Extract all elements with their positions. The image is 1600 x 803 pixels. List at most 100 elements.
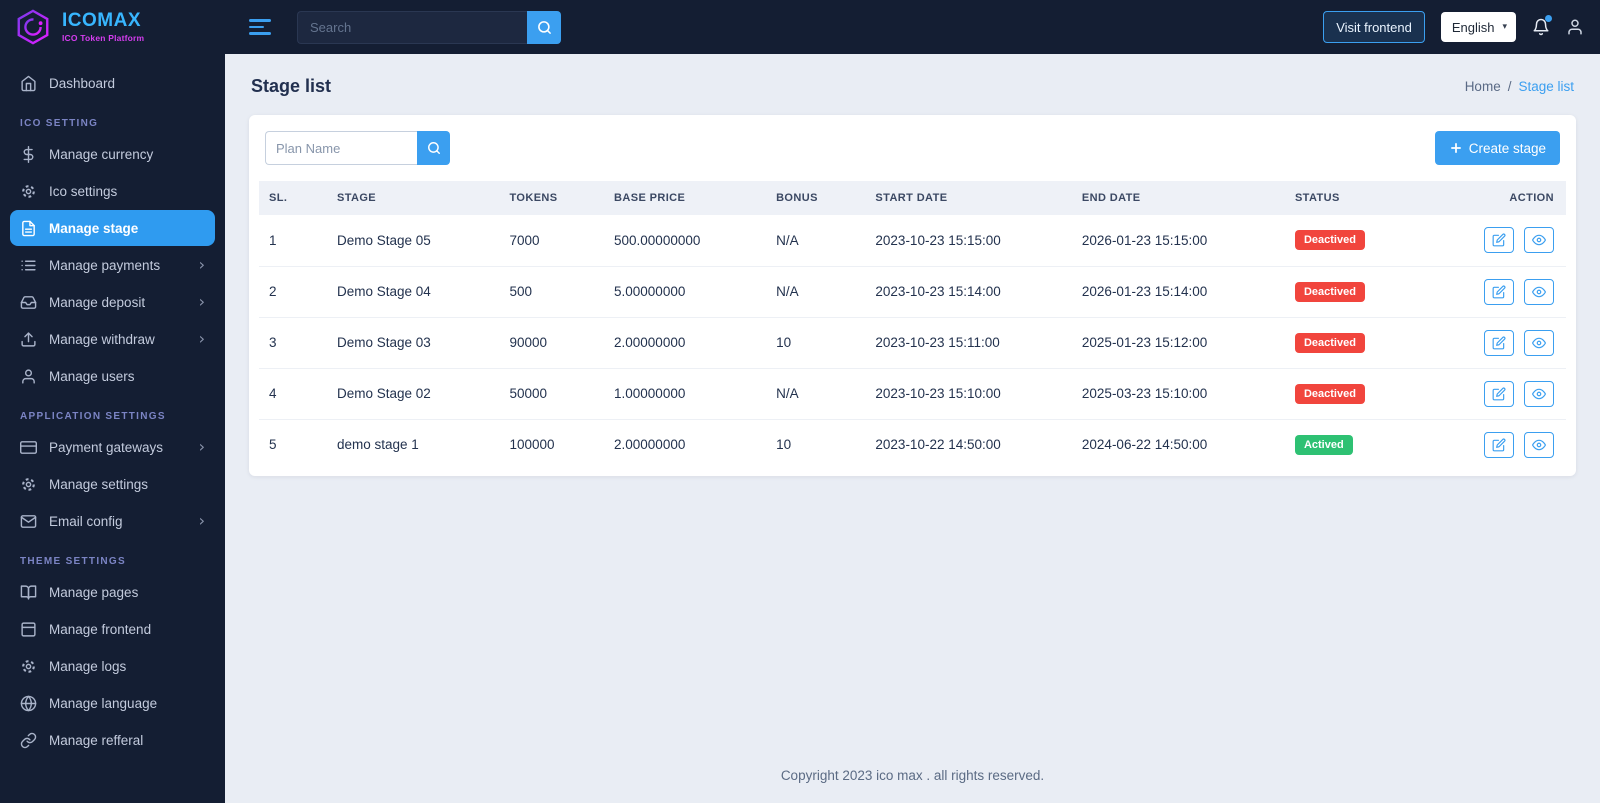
table-header-row: SL. STAGE TOKENS BASE PRICE BONUS START … [259,181,1566,215]
status-badge: Deactived [1294,281,1365,302]
sidebar-item-manage-withdraw[interactable]: Manage withdraw › [10,321,215,357]
language-value: English [1451,19,1495,35]
cell-bonus: N/A [766,368,866,420]
credit-card-icon [20,439,37,456]
cell-stage: Demo Stage 04 [326,266,500,318]
cell-bonus: N/A [766,266,866,318]
file-icon [20,220,37,237]
sidebar-item-label: Manage payments [49,257,161,273]
plan-name-input[interactable] [265,131,417,165]
view-button[interactable] [1524,431,1554,458]
view-button[interactable] [1524,329,1554,356]
app-root: ICOMAX ICO Token Platform Dashboard ICO … [0,0,1600,803]
edit-button[interactable] [1484,380,1515,407]
cell-start-date: 2023-10-23 15:10:00 [865,368,1072,420]
plus-icon [1450,143,1461,153]
view-button[interactable] [1524,278,1554,305]
footer-copyright: Copyright 2023 ico max . all rights rese… [780,768,1045,783]
sidebar-item-label: Manage currency [49,146,154,162]
sidebar-item-manage-users[interactable]: Manage users [10,358,215,394]
sidebar-item-label: Manage language [49,695,158,711]
edit-button[interactable] [1484,329,1515,356]
view-button[interactable] [1524,227,1554,254]
table-row: 5 demo stage 1 100000 2.00000000 10 2023… [259,419,1566,470]
cell-stage: Demo Stage 02 [326,368,500,420]
col-header-base-price: BASE PRICE [604,181,767,215]
col-header-tokens: TOKENS [499,181,605,215]
visit-frontend-button[interactable]: Visit frontend [1323,11,1425,43]
hamburger-menu-icon[interactable] [249,19,271,35]
sidebar-item-payment-gateways[interactable]: Payment gateways › [10,429,215,465]
sidebar-item-email-config[interactable]: Email config › [10,503,215,539]
cell-tokens: 90000 [499,317,605,369]
cell-sl: 1 [259,215,327,267]
sidebar-item-manage-language[interactable]: Manage language [10,685,215,721]
eye-icon [1532,235,1546,246]
notifications-button[interactable] [1532,15,1552,36]
cell-start-date: 2023-10-23 15:11:00 [865,317,1072,369]
create-stage-label: Create stage [1468,140,1546,156]
brand-name: ICOMAX [62,10,141,31]
edit-icon [1492,438,1506,452]
list-icon [20,257,37,274]
col-header-start-date: START DATE [865,181,1072,215]
col-header-end-date: END DATE [1071,181,1285,215]
inbox-icon [20,294,37,311]
edit-button[interactable] [1484,431,1515,458]
sidebar-item-label: Dashboard [49,75,116,91]
brand-logo-icon [17,9,49,45]
create-stage-button[interactable]: Create stage [1434,131,1560,165]
section-label-theme-settings: THEME SETTINGS [20,556,126,567]
sidebar-item-label: Manage frontend [49,621,152,637]
edit-button[interactable] [1484,278,1515,305]
sidebar-item-manage-deposit[interactable]: Manage deposit › [10,284,215,320]
language-select[interactable]: English ▾ [1440,12,1516,42]
table-row: 4 Demo Stage 02 50000 1.00000000 N/A 202… [259,368,1566,420]
search-button[interactable] [527,10,561,44]
cell-tokens: 500 [499,266,605,318]
edit-button[interactable] [1484,227,1515,254]
chevron-right-icon: › [198,329,205,348]
cell-base-price: 5.00000000 [604,266,767,318]
sidebar-item-manage-refferal[interactable]: Manage refferal [10,722,215,758]
profile-button[interactable] [1566,18,1584,36]
search-input[interactable] [297,10,527,44]
cell-stage: Demo Stage 03 [326,317,500,369]
user-icon [1568,19,1582,35]
eye-icon [1532,439,1546,450]
cell-base-price: 500.00000000 [604,215,767,267]
filter-search-button[interactable] [417,131,450,165]
cell-base-price: 2.00000000 [614,437,686,453]
cell-tokens: 7000 [499,215,605,267]
sidebar-item-dashboard[interactable]: Dashboard [10,65,215,101]
sidebar-item-manage-pages[interactable]: Manage pages [10,574,215,610]
eye-icon [1532,388,1546,399]
view-button[interactable] [1524,380,1554,407]
col-header-bonus: BONUS [766,181,866,215]
breadcrumb-home-link[interactable]: Home [1465,79,1501,94]
sidebar-item-ico-settings[interactable]: Ico settings [10,173,215,209]
sidebar-item-manage-currency[interactable]: Manage currency [10,136,215,172]
sidebar-item-label: Manage users [49,368,135,384]
section-label-application-settings: APPLICATION SETTINGS [20,411,166,422]
col-header-action: ACTION [1444,181,1566,215]
chevron-right-icon: › [198,255,205,274]
cell-bonus: 10 [766,317,866,369]
cell-start-date: 2023-10-22 14:50:00 [875,437,1001,453]
sidebar-item-manage-payments[interactable]: Manage payments › [10,247,215,283]
search-icon [537,20,551,34]
breadcrumb-current[interactable]: Stage list [1518,79,1574,94]
cell-sl: 5 [269,437,277,453]
gear-icon [20,476,37,493]
sidebar-item-manage-stage[interactable]: Manage stage [10,210,215,246]
stage-list-card: Create stage SL. STAGE TOKENS BASE PRICE [249,115,1576,476]
brand[interactable]: ICOMAX ICO Token Platform [0,0,225,54]
sidebar-item-manage-frontend[interactable]: Manage frontend [10,611,215,647]
sidebar-item-manage-logs[interactable]: Manage logs [10,648,215,684]
cell-end-date: 2025-03-23 15:10:00 [1071,368,1285,420]
link-icon [20,732,37,749]
sidebar-item-manage-settings[interactable]: Manage settings [10,466,215,502]
table-row: 1 Demo Stage 05 7000 500.00000000 N/A 20… [259,215,1566,267]
edit-icon [1492,233,1506,247]
status-badge: Actived [1294,434,1353,455]
